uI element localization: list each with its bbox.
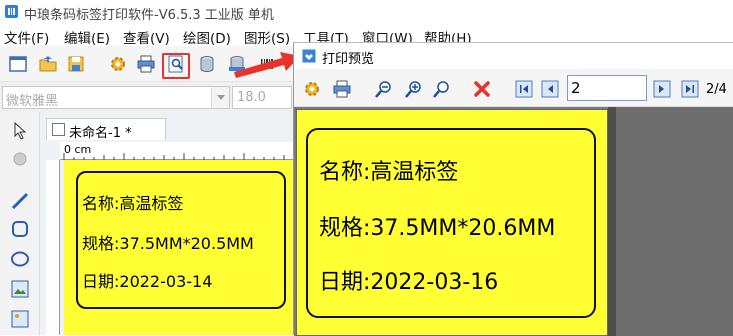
page-count: 2/4 <box>706 82 727 97</box>
preview-side-area <box>608 107 733 336</box>
preview-label: 名称:高温标签 规格:37.5MM*20.6MM 日期:2022-03-16 <box>296 109 608 336</box>
zoom-fit-icon[interactable] <box>432 79 452 99</box>
design-canvas: 未命名-1 * 0 cm 名称:高温标签 规格:37.5MM*20.5MM 日期… <box>40 112 300 335</box>
print-icon[interactable] <box>136 54 156 74</box>
preview-toolbar: 2 2/4 <box>294 69 733 107</box>
font-family-value: 微软雅黑 <box>6 94 59 109</box>
document-tab[interactable]: 未命名-1 * <box>46 118 166 141</box>
database-icon[interactable] <box>197 54 217 74</box>
line-tool-icon[interactable] <box>9 190 31 212</box>
preview-viewport: 名称:高温标签 规格:37.5MM*20.6MM 日期:2022-03-16 <box>294 107 733 336</box>
font-row: 微软雅黑 18.0 <box>0 82 300 112</box>
next-page-icon[interactable] <box>652 79 672 99</box>
main-title-bar: 中琅条码标签打印软件-V6.5.3 工业版 单机 <box>0 0 733 24</box>
document-icon <box>52 123 65 136</box>
horizontal-ruler: 0 cm <box>60 142 300 160</box>
first-page-icon[interactable] <box>514 79 534 99</box>
preview-settings-icon[interactable] <box>302 79 322 99</box>
preview-date-text: 日期:2022-03-16 <box>319 270 499 295</box>
label-spec-text[interactable]: 规格:37.5MM*20.5MM <box>82 230 254 254</box>
main-window-title: 中琅条码标签打印软件-V6.5.3 工业版 单机 <box>24 8 274 23</box>
ruler-ticks <box>63 153 295 160</box>
font-family-select[interactable]: 微软雅黑 <box>2 86 230 109</box>
preview-title: 打印预览 <box>322 52 375 67</box>
menu-view[interactable]: 查看(V) <box>123 27 170 47</box>
preview-name-text: 名称:高温标签 <box>319 160 459 185</box>
preview-spec-text: 规格:37.5MM*20.6MM <box>319 216 556 241</box>
label-name-text[interactable]: 名称:高温标签 <box>82 190 183 214</box>
font-dropdown-button[interactable] <box>211 87 229 108</box>
rounded-rect-tool-icon[interactable] <box>9 218 31 240</box>
menu-file[interactable]: 文件(F) <box>4 27 49 47</box>
picture-tool-icon[interactable] <box>9 308 31 330</box>
preview-title-bar: 打印预览 <box>294 43 733 69</box>
ellipse-tool-icon[interactable] <box>9 248 31 270</box>
settings-icon[interactable] <box>108 54 128 74</box>
menu-draw[interactable]: 绘图(D) <box>183 27 231 47</box>
vertical-ruler <box>46 160 60 335</box>
page-number-input[interactable]: 2 <box>567 75 647 101</box>
chevron-down-icon <box>217 95 225 100</box>
design-label[interactable]: 名称:高温标签 规格:37.5MM*20.5MM 日期:2022-03-14 <box>64 160 300 335</box>
save-icon[interactable] <box>66 54 86 74</box>
left-tool-panel <box>0 112 40 335</box>
close-preview-icon[interactable] <box>472 79 492 99</box>
font-size-input[interactable]: 18.0 <box>232 86 292 109</box>
open-icon[interactable] <box>38 54 58 74</box>
print-preview-window: 打印预览 2 2/4 名称:高温标签 规格:37.5MM*20.6MM 日期:2… <box>293 42 733 336</box>
preview-window-icon <box>302 49 316 63</box>
zoom-in-icon[interactable] <box>404 79 424 99</box>
preview-page-shadow <box>608 107 616 336</box>
zoom-out-icon[interactable] <box>374 79 394 99</box>
previous-page-icon[interactable] <box>540 79 560 99</box>
print-preview-highlight <box>162 53 190 79</box>
app-logo-icon <box>5 5 18 18</box>
document-tab-label: 未命名-1 * <box>69 126 132 141</box>
image-tool-icon[interactable] <box>9 278 31 300</box>
label-date-text[interactable]: 日期:2022-03-14 <box>82 268 212 292</box>
select-pointer-icon[interactable] <box>9 120 31 142</box>
pointer-arrow-icon <box>234 52 300 78</box>
menu-edit[interactable]: 编辑(E) <box>64 27 110 47</box>
new-icon[interactable] <box>8 54 28 74</box>
rotate-icon[interactable] <box>9 148 31 170</box>
last-page-icon[interactable] <box>680 79 700 99</box>
preview-print-icon[interactable] <box>332 79 352 99</box>
